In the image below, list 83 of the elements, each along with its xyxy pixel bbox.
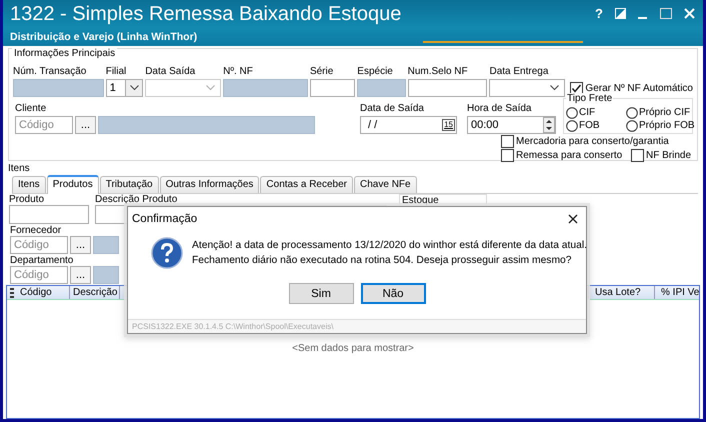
question-icon — [151, 237, 183, 269]
empty-message: <Sem dados para mostrar> — [292, 342, 414, 354]
lookup-button[interactable]: ... — [75, 116, 96, 134]
field-label: Espécie — [357, 66, 394, 78]
radio-button[interactable] — [566, 107, 578, 119]
select-field[interactable]: 1 — [106, 79, 144, 97]
code-field[interactable]: Código — [10, 236, 68, 254]
radio-button[interactable] — [626, 120, 638, 132]
checkbox-label: NF Brinde — [646, 150, 692, 162]
input-field[interactable] — [310, 79, 356, 97]
input-field[interactable] — [357, 79, 406, 97]
radio-button[interactable] — [626, 107, 638, 119]
lookup-button[interactable]: ... — [70, 266, 91, 284]
radio-label: FOB — [579, 120, 600, 132]
caret-icon — [550, 85, 560, 91]
field-label: Série — [310, 66, 334, 78]
help-button[interactable]: ? — [595, 6, 603, 21]
radio-button[interactable] — [566, 120, 578, 132]
column-header[interactable]: Descrição — [70, 286, 120, 299]
tab[interactable]: Outras Informações — [160, 176, 260, 193]
field-label: Data Saída — [145, 66, 196, 78]
field-label: Departamento — [10, 255, 74, 266]
status-path: PCSIS1322.EXE 30.1.4.5 C:\Winthor\Spool\Executaveis\ — [132, 322, 334, 331]
caret-icon — [206, 85, 216, 91]
field-label: Hora de Saída — [467, 103, 532, 115]
input-field[interactable] — [223, 79, 308, 97]
group-title: Tipo Frete — [566, 93, 614, 105]
maximize-icon[interactable] — [660, 8, 672, 19]
checkbox[interactable] — [501, 149, 514, 162]
message-text: Atenção! a data de processamento 13/12/2020 do winthor está diferente da data atual. — [192, 240, 587, 251]
field-label: Produto — [9, 194, 44, 205]
tab[interactable]: Chave NFe — [354, 176, 417, 193]
field-label: Descrição Produto — [95, 194, 178, 205]
time-field[interactable]: 00:00 — [467, 116, 556, 134]
checkbox-label: Remessa para conserto — [516, 150, 622, 162]
field-label: Data de Saída — [360, 103, 425, 115]
code-field[interactable]: Código — [10, 266, 68, 284]
dialog-button[interactable]: Sim — [288, 283, 354, 304]
dialog-button[interactable]: Não — [360, 283, 426, 304]
checkbox[interactable] — [631, 149, 644, 162]
window-subtitle: Distribuição e Varejo (Linha WinThor) — [10, 31, 198, 43]
field-label: Estoque — [402, 195, 439, 206]
field-label: Núm. Transação — [13, 66, 88, 78]
tab[interactable]: Produtos — [46, 175, 99, 194]
input-field[interactable] — [9, 205, 89, 224]
checkbox[interactable] — [501, 135, 514, 148]
tab[interactable]: Itens — [12, 176, 46, 193]
name-field[interactable] — [98, 116, 315, 134]
calendar-button[interactable]: 15 — [442, 119, 455, 131]
message-text: Fechamento diário não executado na rotina 504. Deseja prosseguir assim mesmo? — [192, 255, 572, 266]
field-label: Data Entrega — [489, 66, 550, 78]
window-title: 1322 - Simples Remessa Baixando Estoque — [10, 3, 402, 26]
field-label: Num.Selo NF — [408, 66, 469, 78]
lookup-button[interactable]: ... — [70, 236, 91, 254]
dialog-title: Confirmação — [132, 213, 198, 225]
tab[interactable]: Contas a Receber — [260, 176, 354, 193]
checkbox-label: Gerar Nº NF Automático — [585, 82, 693, 94]
checkbox-label: Mercadoria para conserto/garantia — [516, 136, 669, 148]
radio-label: Próprio FOB — [639, 120, 695, 132]
section-title: Itens — [8, 163, 31, 175]
column-header[interactable]: Código — [17, 286, 70, 299]
caret-icon — [130, 85, 139, 91]
input-field[interactable] — [408, 79, 488, 97]
group-title: Informações Principais — [12, 48, 118, 60]
field-label: Fornecedor — [10, 225, 62, 236]
theme-icon[interactable] — [615, 8, 626, 19]
date-field[interactable]: / / 15 — [360, 116, 457, 134]
column-menu-icon[interactable] — [7, 286, 17, 298]
input-field[interactable] — [13, 79, 104, 97]
name-field[interactable] — [93, 236, 119, 254]
tab[interactable]: Tributação — [100, 176, 159, 193]
field-label: Filial — [106, 66, 128, 78]
name-field[interactable] — [93, 266, 119, 284]
checkbox[interactable] — [570, 82, 584, 95]
field-label: Nº. NF — [223, 66, 254, 78]
spinner-icon[interactable] — [543, 117, 555, 133]
date-field[interactable] — [489, 79, 566, 97]
radio-label: Próprio CIF — [639, 107, 690, 119]
code-field[interactable]: Código — [15, 116, 73, 134]
column-header[interactable]: % IPI Ve — [655, 286, 699, 299]
field-label: Cliente — [15, 103, 48, 115]
radio-label: CIF — [579, 107, 596, 119]
close-icon[interactable] — [568, 214, 578, 224]
